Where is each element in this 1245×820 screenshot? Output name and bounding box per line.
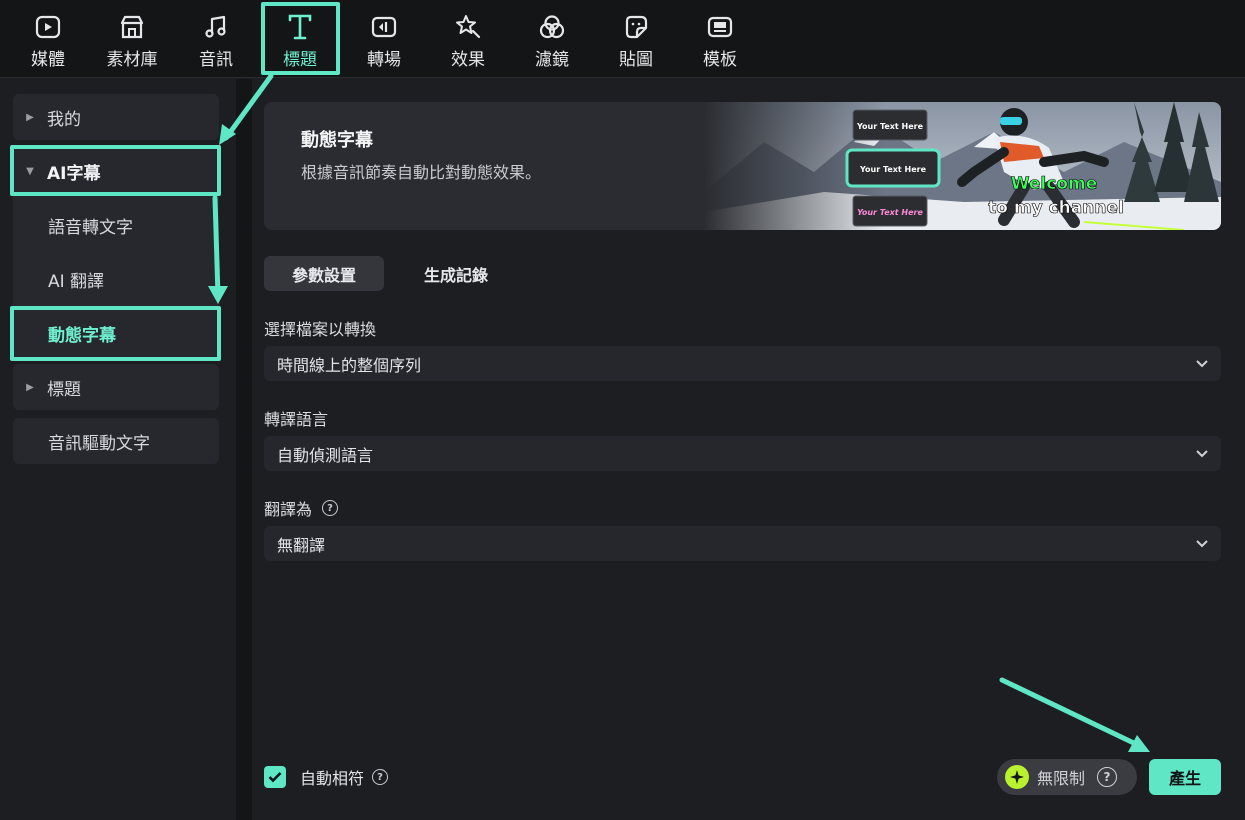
toolbar-audio-label: 音訊 [199,50,233,70]
translate-label-text: 翻譯為 [264,500,313,519]
source-label: 選擇檔案以轉換 [264,316,376,340]
effects-icon [453,12,483,42]
help-icon[interactable]: ? [372,769,389,785]
panel-divider [236,79,252,820]
toolbar-transitions-label: 轉場 [367,50,401,70]
sidebar-item-audio-driven-text[interactable]: 音訊驅動文字 [13,418,219,464]
language-label-text: 轉譯語言 [264,410,329,429]
source-select-value: 時間線上的整個序列 [277,355,422,375]
transition-icon [369,12,399,42]
chevron-down-icon [1195,354,1209,373]
tab-history[interactable]: 生成記錄 [394,256,518,291]
language-select[interactable]: 自動偵測語言 [264,436,1221,471]
toolbar-effects-label: 效果 [451,50,485,70]
banner-title: 動態字幕 [301,130,373,151]
auto-match-row: 自動相符 ? [264,765,389,789]
sidebar-item-ai-translate[interactable]: AI 翻譯 [13,256,219,302]
unlimited-label: 無限制 [1037,769,1086,788]
template-icon [705,12,735,42]
music-icon [201,12,231,42]
sidebar-item-label: 音訊驅動文字 [48,433,150,454]
toolbar-stickers-label: 貼圖 [619,50,653,70]
sidebar-item-speech-to-text[interactable]: 語音轉文字 [13,202,219,248]
preview-card-2: Your Text Here [859,165,927,174]
toolbar-media[interactable]: 媒體 [6,0,90,78]
toolbar-stickers[interactable]: 貼圖 [594,0,678,78]
toolbar-filters[interactable]: 濾鏡 [510,0,594,78]
toolbar-templates-label: 模板 [703,50,737,70]
ai-captions-highlight [10,145,221,196]
auto-match-label: 自動相符 [300,769,365,788]
sidebar-item-mine[interactable]: ▶ 我的 [13,94,219,140]
sidebar-item-titles[interactable]: ▶ 標題 [13,364,219,410]
toolbar-effects[interactable]: 效果 [426,0,510,78]
library-icon [117,12,147,42]
toolbar-filters-label: 濾鏡 [535,50,569,70]
sidebar-item-label: 語音轉文字 [48,217,133,238]
help-icon[interactable]: ? [1097,767,1118,787]
toolbar-library-label: 素材庫 [106,50,158,70]
caret-right-icon: ▶ [26,111,34,123]
toolbar-audio[interactable]: 音訊 [174,0,258,78]
toolbar-transitions[interactable]: 轉場 [342,0,426,78]
caret-right-icon: ▶ [26,381,34,393]
translate-select-value: 無翻譯 [277,535,326,555]
chevron-down-icon [1195,534,1209,553]
auto-match-checkbox[interactable] [264,766,286,788]
translate-select[interactable]: 無翻譯 [264,526,1221,561]
generate-button[interactable]: 產生 [1149,759,1221,795]
media-icon [33,12,63,42]
chevron-down-icon [1195,444,1209,463]
preview-caption-line1: Welcome [1011,174,1098,194]
titles-tab-highlight [261,2,340,75]
tab-parameters[interactable]: 參數設置 [264,256,384,291]
preview-card-3: Your Text Here [857,208,923,217]
preview-card-1: Your Text Here [856,122,924,131]
unlimited-credits-badge[interactable]: 無限制 ? [997,759,1137,795]
toolbar-library[interactable]: 素材庫 [90,0,174,78]
top-toolbar: 媒體 素材庫 音訊 標題 轉場 效果 濾鏡 貼圖 模板 [0,0,1245,78]
banner-description: 根據音訊節奏自動比對動態效果。 [301,163,542,182]
filter-icon [537,12,567,42]
sidebar-item-label: AI 翻譯 [48,271,105,292]
sidebar-item-label: 我的 [47,109,81,130]
feature-banner: 動態字幕 根據音訊節奏自動比對動態效果。 Your Text Here Your… [264,102,1221,230]
preview-caption-line2: to my channel [988,198,1124,218]
source-label-text: 選擇檔案以轉換 [264,320,377,339]
sparkle-icon [1005,765,1029,789]
sidebar-item-label: 標題 [47,379,81,400]
banner-preview-image: Your Text Here Your Text Here Your Text … [704,102,1221,230]
source-select[interactable]: 時間線上的整個序列 [264,346,1221,381]
help-icon[interactable]: ? [322,500,339,516]
language-select-value: 自動偵測語言 [277,445,374,465]
language-label: 轉譯語言 [264,406,328,430]
toolbar-templates[interactable]: 模板 [678,0,762,78]
toolbar-media-label: 媒體 [31,50,65,70]
sticker-icon [621,12,651,42]
translate-label: 翻譯為 ? [264,496,339,520]
checkmark-icon [268,772,282,783]
dynamic-captions-highlight [10,306,221,361]
